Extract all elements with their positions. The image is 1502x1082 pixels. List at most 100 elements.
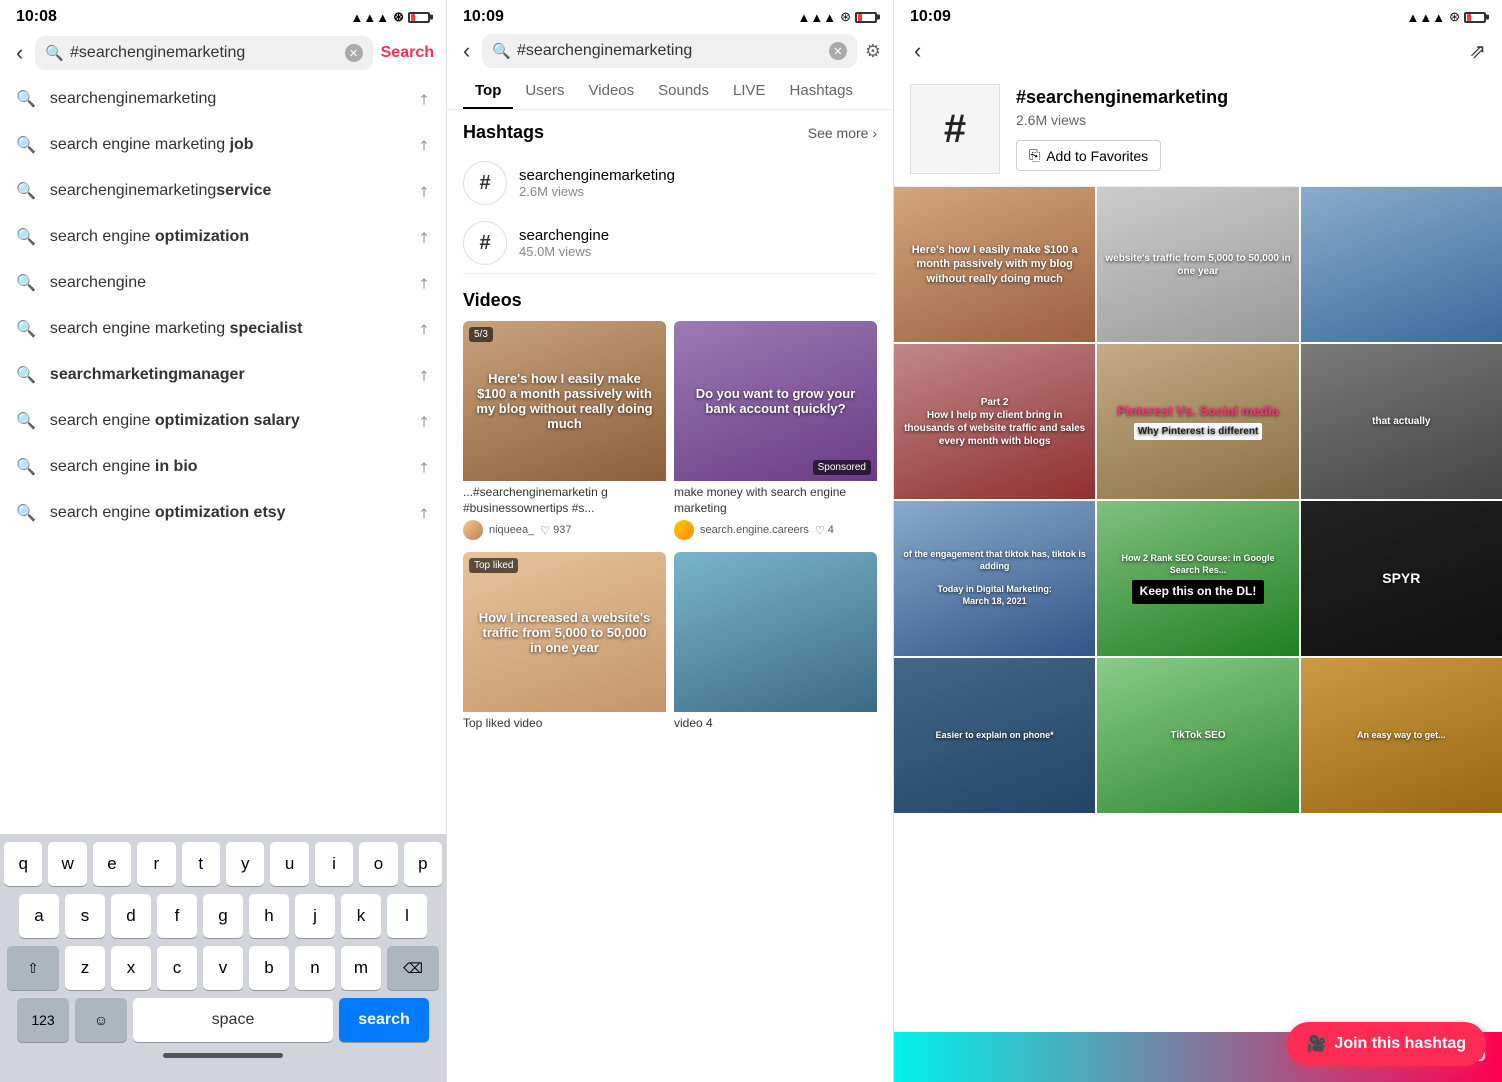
back-button-1[interactable]: ‹ [12, 38, 27, 68]
suggestion-item[interactable]: 🔍 searchenginemarketingservice ↗ [0, 168, 446, 214]
search-icon: 🔍 [16, 135, 36, 155]
suggestion-item[interactable]: 🔍 search engine marketing job ↗ [0, 122, 446, 168]
key-m[interactable]: m [341, 946, 381, 990]
tab-users[interactable]: Users [513, 72, 576, 109]
suggestion-item[interactable]: 🔍 search engine in bio ↗ [0, 444, 446, 490]
s3-video-thumb-5[interactable]: Pinterest Vs. Social media Why Pinterest… [1097, 344, 1298, 499]
video-card-4[interactable]: video 4 [674, 552, 877, 740]
tab-live[interactable]: LIVE [721, 72, 778, 109]
s3-video-thumb-8[interactable]: How 2 Rank SEO Course: in Google Search … [1097, 501, 1298, 656]
tab-videos[interactable]: Videos [577, 72, 647, 109]
kb-row-1: q w e r t y u i o p [4, 842, 442, 886]
screen1-search-suggestions: 10:08 ▲▲▲ ⊛ ‹ 🔍 #searchenginemarketing ✕… [0, 0, 447, 1082]
s3-video-thumb-10[interactable]: Easier to explain on phone* [894, 658, 1095, 813]
suggestion-item[interactable]: 🔍 searchmarketingmanager ↗ [0, 352, 446, 398]
key-y[interactable]: y [226, 842, 264, 886]
search-key[interactable]: search [339, 998, 429, 1042]
num-key[interactable]: 123 [17, 998, 69, 1042]
search-input-wrap-1[interactable]: 🔍 #searchenginemarketing ✕ [35, 36, 372, 70]
hashtags-section-header: Hashtags See more › [463, 122, 877, 143]
tab-hashtags[interactable]: Hashtags [778, 72, 865, 109]
s3-video-thumb-9[interactable]: SPYR [1301, 501, 1502, 656]
arrow-icon: ↗ [414, 135, 434, 155]
search-input-wrap-2[interactable]: 🔍 #searchenginemarketing ✕ [482, 34, 857, 68]
key-f[interactable]: f [157, 894, 197, 938]
battery-icon-1 [408, 12, 430, 23]
key-i[interactable]: i [315, 842, 353, 886]
key-a[interactable]: a [19, 894, 59, 938]
key-e[interactable]: e [93, 842, 131, 886]
add-favorites-button[interactable]: ⎘ Add to Favorites [1016, 140, 1161, 171]
join-hashtag-button[interactable]: 🎥 Join this hashtag [1287, 1022, 1487, 1066]
suggestion-item[interactable]: 🔍 searchenginemarketing ↗ [0, 76, 446, 122]
video-card-1[interactable]: 5/3 Here's how I easily make $100 a mont… [463, 321, 666, 544]
arrow-icon: ↗ [414, 273, 434, 293]
key-j[interactable]: j [295, 894, 335, 938]
hashtag-views-1: 2.6M views [519, 184, 877, 199]
s3-video-thumb-7[interactable]: of the engagement that tiktok has, tikto… [894, 501, 1095, 656]
back-button-3[interactable]: ‹ [910, 36, 925, 66]
key-t[interactable]: t [182, 842, 220, 886]
search-query-1[interactable]: #searchenginemarketing [70, 44, 339, 62]
backspace-key[interactable]: ⌫ [387, 946, 439, 990]
suggestion-item[interactable]: 🔍 search engine optimization ↗ [0, 214, 446, 260]
s3-video-thumb-6[interactable]: that actually [1301, 344, 1502, 499]
video-meta-1: ...#searchenginemarketin g #businessowne… [463, 481, 666, 544]
key-h[interactable]: h [249, 894, 289, 938]
share-icon[interactable]: ⇗ [1469, 39, 1486, 64]
key-q[interactable]: q [4, 842, 42, 886]
status-time-3: 10:09 [910, 8, 951, 26]
hashtag-item-2[interactable]: # searchengine 45.0M views [463, 213, 877, 273]
see-more-link[interactable]: See more › [808, 125, 877, 141]
tab-sounds[interactable]: Sounds [646, 72, 721, 109]
suggestion-item[interactable]: 🔍 search engine marketing specialist ↗ [0, 306, 446, 352]
clear-button-1[interactable]: ✕ [345, 44, 363, 62]
key-c[interactable]: c [157, 946, 197, 990]
status-icons-3: ▲▲▲ ⊛ [1406, 9, 1486, 25]
video-title-2: make money with search engine marketing [674, 485, 877, 516]
key-v[interactable]: v [203, 946, 243, 990]
key-s[interactable]: s [65, 894, 105, 938]
key-r[interactable]: r [137, 842, 175, 886]
key-p[interactable]: p [404, 842, 442, 886]
tab-top[interactable]: Top [463, 72, 513, 109]
suggestion-item[interactable]: 🔍 searchengine ↗ [0, 260, 446, 306]
s3-video-thumb-11[interactable]: TikTok SEO [1097, 658, 1298, 813]
key-l[interactable]: l [387, 894, 427, 938]
s3-overlay-11: TikTok SEO [1097, 658, 1298, 813]
s3-video-thumb-12[interactable]: An easy way to get... [1301, 658, 1502, 813]
space-key[interactable]: space [133, 998, 333, 1042]
key-d[interactable]: d [111, 894, 151, 938]
key-n[interactable]: n [295, 946, 335, 990]
videos-section-header: Videos [463, 290, 877, 311]
s3-video-thumb-3[interactable] [1301, 187, 1502, 342]
s3-video-thumb-4[interactable]: Part 2How I help my client bring in thou… [894, 344, 1095, 499]
search-query-2[interactable]: #searchenginemarketing [517, 42, 823, 60]
video-card-3[interactable]: Top liked How I increased a website's tr… [463, 552, 666, 740]
search-action-btn-1[interactable]: Search [381, 44, 434, 62]
arrow-icon: ↗ [414, 227, 434, 247]
kb-row-4: 123 ☺ space search [4, 998, 442, 1042]
key-b[interactable]: b [249, 946, 289, 990]
shift-key[interactable]: ⇧ [7, 946, 59, 990]
hashtag-item-1[interactable]: # searchenginemarketing 2.6M views [463, 153, 877, 213]
suggestion-item[interactable]: 🔍 search engine optimization etsy ↗ [0, 490, 446, 536]
key-g[interactable]: g [203, 894, 243, 938]
suggestion-item[interactable]: 🔍 search engine optimization salary ↗ [0, 398, 446, 444]
clear-button-2[interactable]: ✕ [829, 42, 847, 60]
video-overlay-2: Do you want to grow your bank account qu… [674, 321, 877, 481]
key-k[interactable]: k [341, 894, 381, 938]
video-card-2[interactable]: Do you want to grow your bank account qu… [674, 321, 877, 544]
emoji-key[interactable]: ☺ [75, 998, 127, 1042]
back-button-2[interactable]: ‹ [459, 36, 474, 66]
s3-video-thumb-2[interactable]: website's traffic from 5,000 to 50,000 i… [1097, 187, 1298, 342]
hashtag-symbol-1: # [463, 161, 507, 205]
s3-video-thumb-1[interactable]: Here's how I easily make $100 a month pa… [894, 187, 1095, 342]
key-w[interactable]: w [48, 842, 86, 886]
key-o[interactable]: o [359, 842, 397, 886]
key-x[interactable]: x [111, 946, 151, 990]
filter-icon[interactable]: ⚙ [865, 41, 881, 62]
key-z[interactable]: z [65, 946, 105, 990]
suggestion-text: searchmarketingmanager [50, 366, 404, 384]
key-u[interactable]: u [270, 842, 308, 886]
